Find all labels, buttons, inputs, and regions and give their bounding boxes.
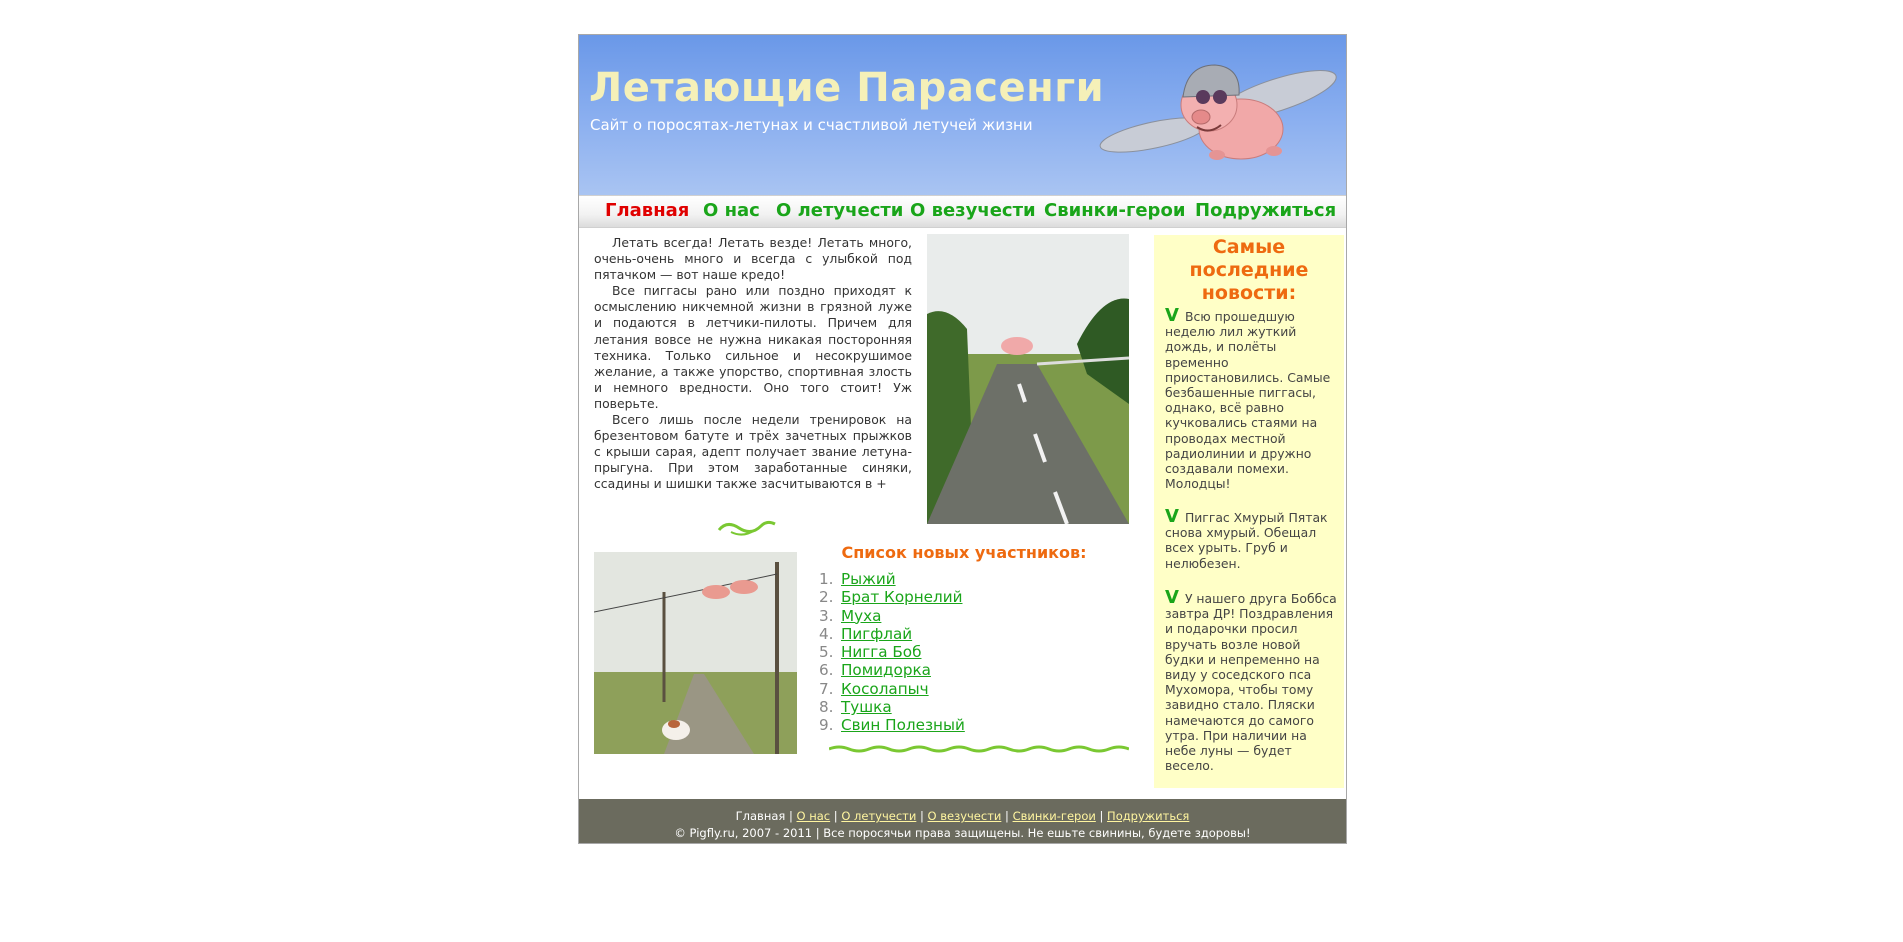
footer-link-befriend[interactable]: Подружиться bbox=[1107, 809, 1189, 823]
check-v-icon: V bbox=[1165, 506, 1179, 527]
news-item: V Пиггас Хмурый Пятак снова хмурый. Обеща… bbox=[1165, 506, 1328, 571]
nav-flying[interactable]: О летучести bbox=[776, 200, 903, 221]
check-v-icon: V bbox=[1165, 305, 1179, 326]
list-item: 7. Косолапыч bbox=[819, 679, 929, 698]
news-sidebar: Самые последние новости: V Всю прошедшую … bbox=[1154, 235, 1344, 788]
intro-text: Летать всегда! Летать везде! Летать мног… bbox=[594, 235, 912, 493]
news-heading: Самые последние новости: bbox=[1189, 236, 1309, 304]
list-item: 8. Тушка bbox=[819, 698, 892, 717]
footer-link-about[interactable]: О нас bbox=[797, 809, 831, 823]
member-link[interactable]: Тушка bbox=[841, 698, 892, 716]
member-link[interactable]: Рыжий bbox=[841, 570, 896, 588]
site-subtitle: Сайт о поросятах-летунах и счастливой ле… bbox=[590, 116, 1033, 134]
news-item: VУ нашего друга Боббса завтра ДР! Поздра… bbox=[1165, 587, 1337, 774]
member-link[interactable]: Свин Полезный bbox=[841, 716, 965, 734]
members-list: 1. Рыжий 2. Брат Корнелий 3. Муха 4. Пигфлай… bbox=[819, 570, 965, 735]
intro-paragraph: Все пиггасы рано или поздно приходят к о… bbox=[594, 283, 912, 411]
nav-hero-pigs[interactable]: Свинки-герои bbox=[1044, 200, 1185, 221]
member-link[interactable]: Пигфлай bbox=[841, 625, 912, 643]
list-item: 1. Рыжий bbox=[819, 570, 896, 588]
site-header: Летающие Парасенги Сайт о поросятах-лету… bbox=[579, 35, 1346, 195]
copyright-text: © Pigfly.ru, 2007 - 2011 | Все поросячьи… bbox=[674, 826, 1251, 840]
list-item: 3. Муха bbox=[819, 606, 882, 625]
main-nav: Главная О нас О летучести О везучести Св… bbox=[579, 195, 1346, 228]
list-item: 4. Пигфлай bbox=[819, 624, 913, 643]
intro-paragraph: Летать всегда! Летать везде! Летать мног… bbox=[594, 235, 912, 283]
list-item: 5. Нигга Боб bbox=[819, 643, 922, 662]
nav-befriend[interactable]: Подружиться bbox=[1195, 200, 1336, 221]
list-item: 2. Брат Корнелий bbox=[819, 588, 963, 607]
page-container: Летающие Парасенги Сайт о поросятах-лету… bbox=[578, 34, 1347, 844]
list-item: 9. Свин Полезный bbox=[819, 716, 965, 735]
site-footer: Главная | О нас | О летучести | О везуче… bbox=[579, 799, 1346, 843]
list-item: 6. Помидорка bbox=[819, 661, 931, 680]
flying-pigs-wire-photo bbox=[594, 552, 797, 754]
news-item: V Всю прошедшую неделю лил жуткий дождь, … bbox=[1165, 305, 1331, 492]
nav-about[interactable]: О нас bbox=[703, 200, 760, 221]
member-link[interactable]: Муха bbox=[841, 607, 881, 625]
wave-divider bbox=[829, 745, 1129, 753]
site-title: Летающие Парасенги bbox=[589, 65, 1105, 111]
members-heading: Список новых участников: bbox=[841, 543, 1087, 562]
nav-luck[interactable]: О везучести bbox=[910, 200, 1036, 221]
flying-pig-logo bbox=[1099, 64, 1337, 160]
footer-home[interactable]: Главная bbox=[736, 809, 786, 823]
intro-paragraph: Всего лишь после недели тренировок на бр… bbox=[594, 412, 912, 492]
footer-link-luck[interactable]: О везучести bbox=[928, 809, 1002, 823]
footer-link-hero-pigs[interactable]: Свинки-герои bbox=[1013, 809, 1096, 823]
nav-home[interactable]: Главная bbox=[605, 200, 689, 221]
swirl-ornament bbox=[717, 520, 776, 536]
check-v-icon: V bbox=[1165, 587, 1179, 608]
member-link[interactable]: Помидорка bbox=[841, 661, 931, 679]
member-link[interactable]: Нигга Боб bbox=[841, 643, 921, 661]
flying-pig-road-photo bbox=[927, 234, 1129, 524]
member-link[interactable]: Брат Корнелий bbox=[841, 588, 962, 606]
footer-nav: Главная | О нас | О летучести | О везуче… bbox=[735, 809, 1190, 823]
member-link[interactable]: Косолапыч bbox=[841, 680, 929, 698]
footer-link-flying[interactable]: О летучести bbox=[841, 809, 916, 823]
